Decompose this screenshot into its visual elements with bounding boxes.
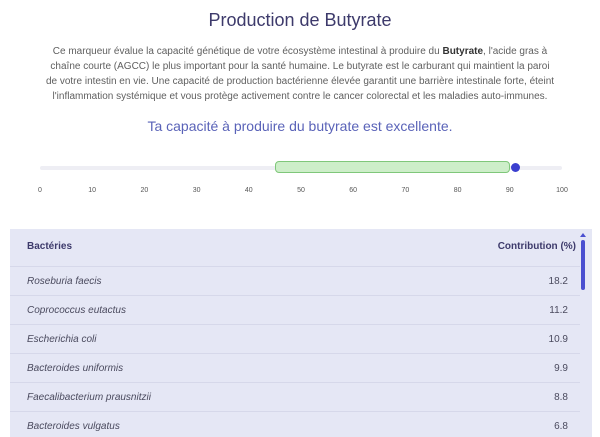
contribution-value: 18.2	[548, 276, 568, 287]
contribution-value: 9.9	[554, 363, 568, 374]
table-header: Bactéries Contribution (%)	[10, 229, 580, 267]
bacteria-name: Coprococcus eutactus	[27, 305, 126, 316]
description-text: Ce marqueur évalue la capacité génétique…	[52, 46, 443, 57]
description-highlight: Butyrate	[442, 46, 484, 57]
table-row: Roseburia faecis 18.2	[10, 267, 580, 296]
gauge-tick-label: 50	[297, 187, 305, 194]
gauge-tick-label: 30	[192, 187, 201, 194]
bacteria-name: Faecalibacterium prausnitzii	[27, 392, 151, 403]
column-header-bacteria: Bactéries	[27, 241, 73, 252]
page-title: Production de Butyrate	[208, 10, 392, 30]
marker-description: Ce marqueur évalue la capacité génétique…	[44, 44, 556, 104]
bacteria-name: Roseburia faecis	[27, 276, 102, 287]
gauge-tick-label: 100	[556, 187, 568, 194]
scroll-up-icon[interactable]	[580, 233, 586, 237]
gauge-tick-label: 40	[244, 187, 253, 194]
gauge-tick-label: 10	[88, 187, 97, 194]
table-row: Bacteroides vulgatus 6.8	[10, 412, 580, 437]
gauge-tick-label: 60	[349, 187, 358, 194]
score-gauge: 0 10 20 30 40 50 60 70 80 90 100	[38, 158, 568, 198]
gauge-optimal-range	[274, 161, 510, 173]
gauge-tick-label: 90	[505, 187, 514, 194]
column-header-contribution: Contribution (%)	[497, 241, 576, 252]
contribution-value: 6.8	[554, 421, 568, 432]
bacteria-name: Escherichia coli	[27, 334, 97, 345]
gauge-tick-label: 0	[38, 187, 42, 194]
contribution-value: 10.9	[548, 334, 568, 345]
bacteria-table: Bactéries Contribution (%) Roseburia fae…	[10, 229, 592, 437]
bacteria-name: Bacteroides vulgatus	[27, 421, 120, 432]
table-row: Coprococcus eutactus 11.2	[10, 296, 580, 325]
gauge-value-marker	[511, 163, 521, 172]
table-row: Escherichia coli 10.9	[10, 325, 580, 354]
contribution-value: 8.8	[554, 392, 568, 403]
scrollbar-thumb[interactable]	[581, 240, 585, 290]
table-row: Bacteroides uniformis 9.9	[10, 354, 580, 383]
gauge-tick-label: 20	[140, 187, 149, 194]
table-scrollbar[interactable]	[580, 233, 586, 433]
gauge-tick-label: 70	[401, 187, 410, 194]
result-verdict: Ta capacité à produire du butyrate est e…	[147, 118, 453, 134]
bacteria-name: Bacteroides uniformis	[27, 363, 124, 374]
gauge-tick-label: 80	[453, 187, 462, 194]
table-row: Faecalibacterium prausnitzii 8.8	[10, 383, 580, 412]
contribution-value: 11.2	[549, 305, 568, 316]
